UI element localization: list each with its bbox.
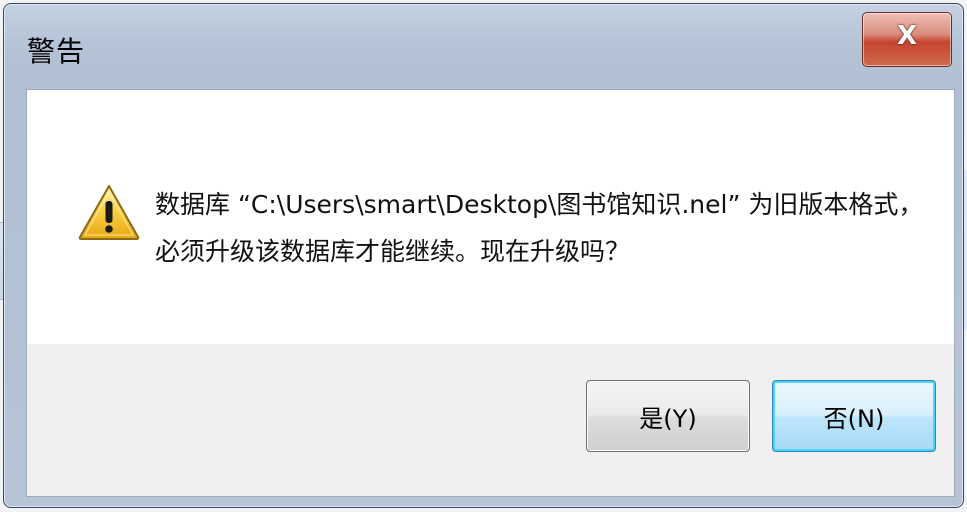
- dialog-message: 数据库 “C:\Users\smart\Desktop\图书馆知识.nel” 为…: [155, 181, 935, 275]
- dialog-title: 警告: [27, 35, 86, 68]
- message-line-1: 数据库 “C:\Users\smart\Desktop\图书馆知识.nel” 为…: [155, 190, 924, 219]
- warning-dialog: 警告 X 数据库 “C:\Users\smart\Desktop\图书馆知识.n…: [3, 3, 964, 508]
- close-icon: X: [896, 21, 918, 51]
- dialog-client-area: 数据库 “C:\Users\smart\Desktop\图书馆知识.nel” 为…: [26, 89, 955, 497]
- message-line-2: 必须升级该数据库才能继续。现在升级吗？: [155, 237, 631, 266]
- warning-icon: [78, 185, 140, 240]
- no-button[interactable]: 否(N): [772, 380, 936, 452]
- yes-button[interactable]: 是(Y): [586, 380, 750, 452]
- message-area: 数据库 “C:\Users\smart\Desktop\图书馆知识.nel” 为…: [27, 90, 954, 344]
- close-button[interactable]: X: [862, 12, 952, 67]
